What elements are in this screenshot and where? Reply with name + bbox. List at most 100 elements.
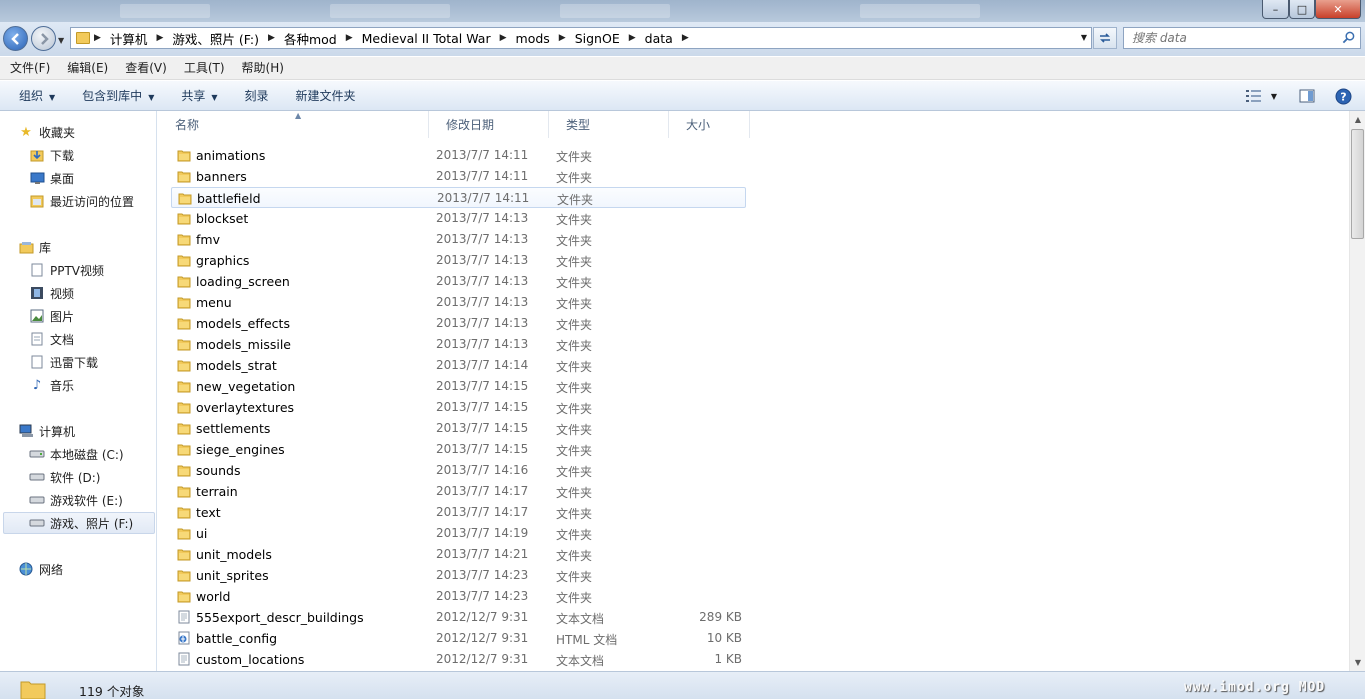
drive-icon [29, 515, 45, 531]
nav-drive-e[interactable]: 游戏软件 (E:) [29, 489, 123, 511]
file-row[interactable]: models_effects 2013/7/7 14:13 文件夹 [171, 313, 746, 334]
nav-network[interactable]: 网络 [18, 558, 63, 580]
folder-icon [177, 402, 191, 414]
file-row[interactable]: 555export_descr_buildings 2012/12/7 9:31 文… [171, 607, 746, 628]
file-row[interactable]: models_missile 2013/7/7 14:13 文件夹 [171, 334, 746, 355]
preview-pane-button[interactable] [1296, 86, 1318, 106]
close-button[interactable]: ✕ [1315, 0, 1361, 19]
vertical-scrollbar[interactable]: ▲ ▼ [1349, 111, 1365, 671]
chevron-right-icon[interactable]: ▶ [625, 33, 640, 43]
nav-music[interactable]: ♪ 音乐 [29, 374, 74, 396]
file-row[interactable]: battle_config 2012/12/7 9:31 HTML 文档 10 KB [171, 628, 746, 649]
address-bar[interactable]: ▶ 计算机 ▶ 游戏、照片 (F:) ▶ 各种mod ▶ Medieval II… [70, 27, 1092, 49]
scroll-up-button[interactable]: ▲ [1350, 111, 1365, 128]
chevron-right-icon[interactable]: ▶ [264, 33, 279, 43]
file-row[interactable]: battlefield 2013/7/7 14:11 文件夹 [171, 187, 746, 208]
scroll-thumb[interactable] [1351, 129, 1364, 239]
file-row[interactable]: models_strat 2013/7/7 14:14 文件夹 [171, 355, 746, 376]
address-dropdown[interactable]: ▼ [1081, 33, 1087, 42]
file-name: overlaytextures [196, 400, 295, 415]
file-row[interactable]: world 2013/7/7 14:23 文件夹 [171, 586, 746, 607]
file-date: 2013/7/7 14:21 [436, 547, 529, 561]
file-row[interactable]: overlaytextures 2013/7/7 14:15 文件夹 [171, 397, 746, 418]
include-library-button[interactable]: 包含到库中 ▼ [75, 84, 161, 108]
nav-pptv[interactable]: PPTV视频 [29, 259, 104, 281]
maximize-button[interactable]: □ [1289, 0, 1315, 19]
new-folder-button[interactable]: 新建文件夹 [289, 84, 363, 108]
file-row[interactable]: new_vegetation 2013/7/7 14:15 文件夹 [171, 376, 746, 397]
file-row[interactable]: ui 2013/7/7 14:19 文件夹 [171, 523, 746, 544]
nav-xunlei[interactable]: 迅雷下载 [29, 351, 98, 373]
file-row[interactable]: siege_engines 2013/7/7 14:15 文件夹 [171, 439, 746, 460]
menu-view[interactable]: 查看(V) [119, 58, 173, 79]
breadcrumb-signoe[interactable]: SignOE [570, 28, 625, 48]
nav-desktop[interactable]: 桌面 [29, 167, 74, 189]
column-header-size[interactable]: 大小 [669, 111, 750, 138]
organize-button[interactable]: 组织 ▼ [12, 84, 62, 108]
arrow-right-icon [40, 32, 49, 45]
nav-videos[interactable]: 视频 [29, 282, 74, 304]
folder-icon [177, 528, 191, 540]
minimize-button[interactable]: – [1262, 0, 1289, 19]
column-header-date[interactable]: 修改日期 [429, 111, 549, 138]
nav-recent[interactable]: 最近访问的位置 [29, 190, 134, 212]
file-row[interactable]: fmv 2013/7/7 14:13 文件夹 [171, 229, 746, 250]
chevron-right-icon[interactable]: ▶ [678, 33, 693, 43]
breadcrumb-mods-collection[interactable]: 各种mod [279, 28, 342, 48]
file-row[interactable]: menu 2013/7/7 14:13 文件夹 [171, 292, 746, 313]
nav-downloads[interactable]: 下载 [29, 144, 74, 166]
help-button[interactable]: ? [1333, 86, 1353, 106]
chevron-right-icon[interactable]: ▶ [496, 33, 511, 43]
file-row[interactable]: text 2013/7/7 14:17 文件夹 [171, 502, 746, 523]
file-row[interactable]: terrain 2013/7/7 14:17 文件夹 [171, 481, 746, 502]
file-type: 文件夹 [556, 213, 593, 227]
file-row[interactable]: custom_locations 2012/12/7 9:31 文本文档 1 KB [171, 649, 746, 670]
file-row[interactable]: unit_sprites 2013/7/7 14:23 文件夹 [171, 565, 746, 586]
menu-file[interactable]: 文件(F) [4, 58, 56, 79]
share-button[interactable]: 共享 ▼ [174, 84, 224, 108]
nav-documents[interactable]: 文档 [29, 328, 74, 350]
nav-favorites[interactable]: ★ 收藏夹 [18, 121, 75, 143]
nav-drive-f[interactable]: 游戏、照片 (F:) [3, 512, 155, 534]
file-row[interactable]: blockset 2013/7/7 14:13 文件夹 [171, 208, 746, 229]
nav-pictures[interactable]: 图片 [29, 305, 74, 327]
history-dropdown[interactable]: ▼ [58, 36, 64, 45]
change-view-button[interactable]: ▼ [1240, 86, 1282, 106]
breadcrumb-data[interactable]: data [640, 28, 678, 48]
nav-libraries[interactable]: 库 [18, 236, 51, 258]
chevron-right-icon[interactable]: ▶ [152, 33, 167, 43]
menu-help[interactable]: 帮助(H) [236, 58, 290, 79]
forward-button[interactable] [31, 26, 56, 51]
refresh-button[interactable] [1093, 27, 1117, 49]
column-header-type[interactable]: 类型 [549, 111, 669, 138]
breadcrumb-mods[interactable]: mods [511, 28, 555, 48]
menu-tools[interactable]: 工具(T) [178, 58, 231, 79]
breadcrumb-computer[interactable]: 计算机 [105, 28, 153, 48]
file-row[interactable]: settlements 2013/7/7 14:15 文件夹 [171, 418, 746, 439]
search-box[interactable] [1123, 27, 1361, 49]
file-row[interactable]: animations 2013/7/7 14:11 文件夹 [171, 145, 746, 166]
menu-edit[interactable]: 编辑(E) [61, 58, 114, 79]
back-button[interactable] [3, 26, 28, 51]
picture-icon [29, 308, 45, 324]
chevron-right-icon[interactable]: ▶ [342, 33, 357, 43]
file-row[interactable]: loading_screen 2013/7/7 14:13 文件夹 [171, 271, 746, 292]
column-header-name[interactable]: 名称 [158, 111, 429, 138]
chevron-right-icon[interactable]: ▶ [555, 33, 570, 43]
burn-button[interactable]: 刻录 [238, 84, 276, 108]
search-icon[interactable] [1342, 31, 1355, 44]
file-row[interactable]: graphics 2013/7/7 14:13 文件夹 [171, 250, 746, 271]
nav-drive-c[interactable]: 本地磁盘 (C:) [29, 443, 124, 465]
breadcrumb-medieval[interactable]: Medieval II Total War [357, 28, 496, 48]
nav-computer[interactable]: 计算机 [18, 420, 75, 442]
file-row[interactable]: unit_models 2013/7/7 14:21 文件夹 [171, 544, 746, 565]
breadcrumb-drive-f[interactable]: 游戏、照片 (F:) [167, 28, 264, 48]
scroll-down-button[interactable]: ▼ [1350, 654, 1365, 671]
nav-drive-d[interactable]: 软件 (D:) [29, 466, 100, 488]
chevron-down-icon: ▼ [148, 92, 155, 102]
chevron-right-icon[interactable]: ▶ [90, 33, 105, 43]
folder-icon [177, 465, 191, 477]
file-row[interactable]: banners 2013/7/7 14:11 文件夹 [171, 166, 746, 187]
search-input[interactable] [1124, 28, 1324, 48]
file-row[interactable]: sounds 2013/7/7 14:16 文件夹 [171, 460, 746, 481]
